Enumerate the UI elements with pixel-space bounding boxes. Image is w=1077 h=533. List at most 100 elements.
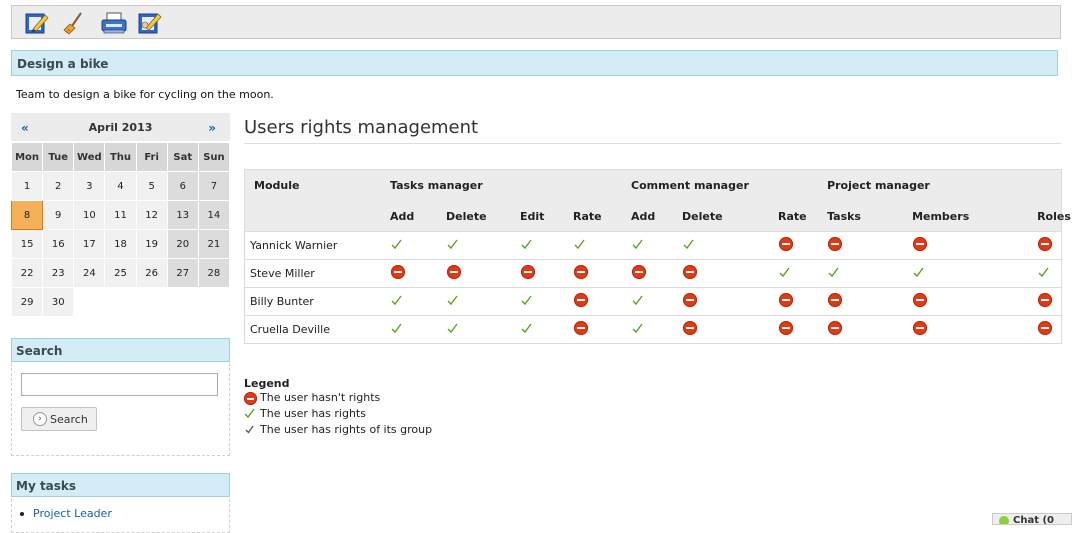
rights-cell xyxy=(819,231,893,260)
weekday-label: Mon xyxy=(10,142,44,172)
calendar-day[interactable]: 6 xyxy=(166,171,199,201)
search-button[interactable]: › Search xyxy=(21,407,97,431)
no-rights-icon[interactable] xyxy=(683,293,698,307)
no-rights-icon[interactable] xyxy=(1038,321,1053,335)
toolbar xyxy=(11,5,1061,39)
printer-icon[interactable] xyxy=(100,11,127,35)
edit-pencil-icon[interactable] xyxy=(24,11,50,35)
group-header: Comment manager xyxy=(626,170,820,201)
calendar-day[interactable]: 30 xyxy=(42,287,75,317)
rights-cell xyxy=(437,287,511,316)
no-rights-icon[interactable] xyxy=(779,293,794,307)
broom-icon[interactable] xyxy=(61,11,87,35)
no-rights-icon[interactable] xyxy=(1038,237,1053,251)
no-rights-icon[interactable] xyxy=(521,265,535,279)
rights-cell xyxy=(437,231,511,260)
check-icon[interactable] xyxy=(1038,267,1049,277)
check-icon[interactable] xyxy=(632,323,643,333)
calendar-day[interactable]: 26 xyxy=(135,258,168,288)
check-icon[interactable] xyxy=(521,323,532,333)
weekday-label: Sun xyxy=(197,142,231,172)
check-icon[interactable] xyxy=(391,295,402,305)
user-edit-icon[interactable] xyxy=(137,11,163,35)
calendar-day[interactable]: 21 xyxy=(197,229,231,259)
check-icon[interactable] xyxy=(447,295,458,305)
check-icon[interactable] xyxy=(521,239,532,249)
no-rights-icon[interactable] xyxy=(391,265,405,279)
calendar-day[interactable]: 16 xyxy=(42,229,75,259)
calendar-day[interactable]: 23 xyxy=(42,258,75,288)
calendar-day[interactable]: 9 xyxy=(42,200,75,230)
calendar-day[interactable]: 11 xyxy=(104,200,137,230)
calendar-day[interactable]: 13 xyxy=(166,200,199,230)
task-link[interactable]: Project Leader xyxy=(33,507,112,520)
check-icon[interactable] xyxy=(447,239,458,249)
no-rights-icon[interactable] xyxy=(574,293,588,307)
no-rights-icon[interactable] xyxy=(1038,293,1053,307)
no-rights-icon[interactable] xyxy=(632,265,647,279)
search-input[interactable] xyxy=(21,373,218,396)
search-box-title: Search xyxy=(11,338,230,362)
calendar-next-button[interactable]: » xyxy=(208,121,216,135)
calendar-day[interactable]: 22 xyxy=(10,258,44,288)
no-rights-icon[interactable] xyxy=(574,321,588,335)
rights-cell xyxy=(819,259,893,288)
calendar-day[interactable]: 18 xyxy=(104,229,137,259)
check-icon[interactable] xyxy=(447,323,458,333)
no-rights-icon[interactable] xyxy=(683,321,698,335)
check-icon[interactable] xyxy=(391,239,402,249)
weekday-label: Thu xyxy=(104,142,137,172)
no-rights-icon[interactable] xyxy=(828,321,843,335)
calendar-day-today[interactable]: 8 xyxy=(10,200,44,230)
rights-cell xyxy=(511,259,566,288)
no-rights-icon[interactable] xyxy=(683,265,698,279)
rights-cell xyxy=(682,231,759,260)
no-rights-icon[interactable] xyxy=(913,293,928,307)
check-icon[interactable] xyxy=(391,323,402,333)
calendar-day[interactable]: 14 xyxy=(197,200,231,230)
no-rights-icon[interactable] xyxy=(779,237,794,251)
calendar-day[interactable]: 12 xyxy=(135,200,168,230)
rights-cell xyxy=(381,231,437,260)
no-rights-icon[interactable] xyxy=(779,321,794,335)
rights-cell xyxy=(892,315,992,343)
calendar-day[interactable]: 15 xyxy=(10,229,44,259)
no-rights-icon[interactable] xyxy=(913,237,928,251)
calendar-day[interactable]: 1 xyxy=(10,171,44,201)
check-icon[interactable] xyxy=(632,295,643,305)
check-icon[interactable] xyxy=(521,295,532,305)
rights-cell xyxy=(991,231,1061,260)
check-icon[interactable] xyxy=(683,239,694,249)
no-rights-icon[interactable] xyxy=(574,265,588,279)
no-rights-icon[interactable] xyxy=(828,293,843,307)
check-icon[interactable] xyxy=(913,267,924,277)
calendar-day[interactable]: 7 xyxy=(197,171,231,201)
calendar-day[interactable]: 3 xyxy=(73,171,106,201)
calendar-day[interactable]: 25 xyxy=(104,258,137,288)
legend-label: The user has rights xyxy=(260,407,366,420)
calendar-day[interactable]: 20 xyxy=(166,229,199,259)
chat-widget[interactable]: Chat (0 xyxy=(992,513,1072,525)
calendar-day[interactable]: 27 xyxy=(166,258,199,288)
no-rights-icon[interactable] xyxy=(828,237,843,251)
calendar-day[interactable]: 24 xyxy=(73,258,106,288)
calendar-day[interactable]: 4 xyxy=(104,171,137,201)
check-icon[interactable] xyxy=(574,239,585,249)
calendar-day[interactable]: 17 xyxy=(73,229,106,259)
check-icon[interactable] xyxy=(828,267,839,277)
no-rights-icon[interactable] xyxy=(913,321,928,335)
check-icon[interactable] xyxy=(632,239,643,249)
table-row: Steve Miller xyxy=(245,259,1061,288)
calendar-day[interactable]: 19 xyxy=(135,229,168,259)
table-row: Cruella Deville xyxy=(245,315,1061,343)
calendar-day[interactable]: 5 xyxy=(135,171,168,201)
group-header: Tasks manager xyxy=(381,170,627,201)
no-rights-icon[interactable] xyxy=(447,265,461,279)
rights-cell xyxy=(566,259,627,288)
calendar-day[interactable]: 29 xyxy=(10,287,44,317)
check-icon[interactable] xyxy=(779,267,790,277)
calendar-day[interactable]: 2 xyxy=(42,171,75,201)
calendar-day[interactable]: 28 xyxy=(197,258,231,288)
rights-cell xyxy=(682,315,759,343)
calendar-day[interactable]: 10 xyxy=(73,200,106,230)
